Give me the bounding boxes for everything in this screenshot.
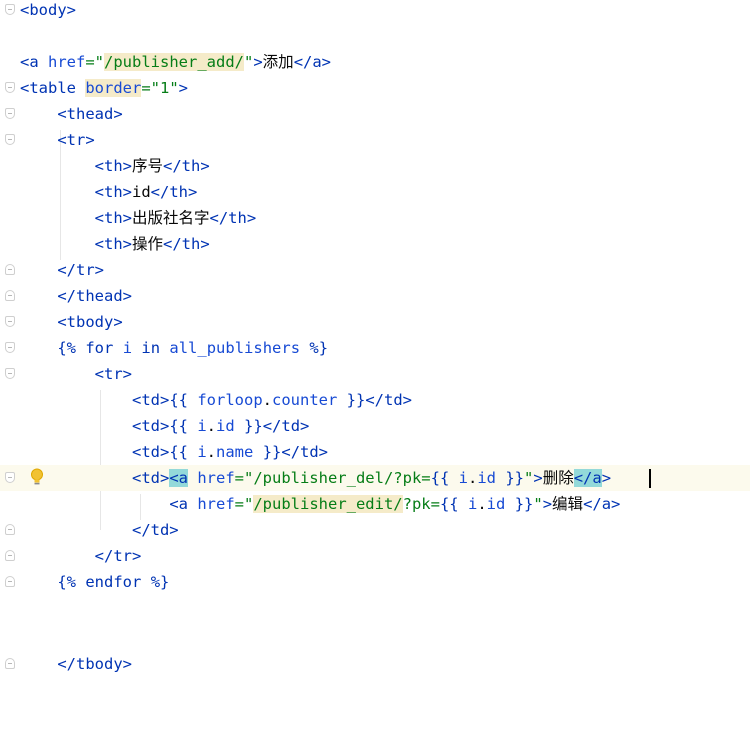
- code-line: </tbody>: [0, 651, 750, 677]
- fold-marker-icon[interactable]: [5, 134, 15, 145]
- code-text: </tr>: [57, 261, 104, 279]
- code-line: <tr>: [0, 361, 750, 387]
- code-line: <tr>: [0, 127, 750, 153]
- code-text: <body>: [20, 1, 76, 19]
- code-line: {% for i in all_publishers %}: [0, 335, 750, 361]
- code-line: </tr>: [0, 257, 750, 283]
- code-line: <a href="/publisher_edit/?pk={{ i.id }}"…: [0, 491, 750, 517]
- code-text: <a href="/publisher_add/">添加</a>: [20, 53, 332, 71]
- code-text: </td>: [131, 521, 179, 539]
- code-text: </tbody>: [57, 655, 132, 673]
- code-text: <th>序号</th>: [94, 157, 210, 175]
- code-line: <td>{{ i.id }}</td>: [0, 413, 750, 439]
- code-line: <body>: [0, 0, 750, 23]
- code-text: <td>{{ i.id }}</td>: [131, 417, 310, 435]
- fold-marker-icon[interactable]: [5, 108, 15, 119]
- fold-marker-icon[interactable]: [5, 576, 15, 587]
- code-text: </tr>: [94, 547, 142, 565]
- code-text: <tbody>: [57, 313, 123, 331]
- code-text: <td>{{ i.name }}</td>: [131, 443, 329, 461]
- code-text: </thead>: [57, 287, 132, 305]
- fold-marker-icon[interactable]: [5, 658, 15, 669]
- code-text: {% endfor %}: [57, 573, 170, 591]
- fold-marker-icon[interactable]: [5, 472, 15, 483]
- code-text: {% for i in all_publishers %}: [57, 339, 329, 357]
- code-line: <tbody>: [0, 309, 750, 335]
- fold-marker-icon[interactable]: [5, 368, 15, 379]
- code-line: <td>{{ forloop.counter }}</td>: [0, 387, 750, 413]
- fold-marker-icon[interactable]: [5, 4, 15, 15]
- code-line: <th>出版社名字</th>: [0, 205, 750, 231]
- code-text: <a href="/publisher_edit/?pk={{ i.id }}"…: [169, 495, 621, 513]
- fold-marker-icon[interactable]: [5, 264, 15, 275]
- code-line: </thead>: [0, 283, 750, 309]
- code-line: <th>操作</th>: [0, 231, 750, 257]
- code-text: <th>操作</th>: [94, 235, 210, 253]
- code-line: <th>序号</th>: [0, 153, 750, 179]
- code-line: <th>id</th>: [0, 179, 750, 205]
- code-text: <th>出版社名字</th>: [94, 209, 257, 227]
- code-line: <table border="1">: [0, 75, 750, 101]
- code-line: {% endfor %}: [0, 569, 750, 595]
- code-text: <tr>: [57, 131, 95, 149]
- fold-marker-icon[interactable]: [5, 524, 15, 535]
- code-line: <a href="/publisher_add/">添加</a>: [0, 49, 750, 75]
- fold-marker-icon[interactable]: [5, 550, 15, 561]
- current-code-line: <td><a href="/publisher_del/?pk={{ i.id …: [0, 465, 750, 491]
- text-caret: [649, 469, 651, 488]
- code-text: <tr>: [94, 365, 132, 383]
- code-line: <td>{{ i.name }}</td>: [0, 439, 750, 465]
- fold-marker-icon[interactable]: [5, 316, 15, 327]
- code-text: <thead>: [57, 105, 123, 123]
- code-line: </tr>: [0, 543, 750, 569]
- fold-marker-icon[interactable]: [5, 342, 15, 353]
- fold-marker-icon[interactable]: [5, 290, 15, 301]
- fold-marker-icon[interactable]: [5, 82, 15, 93]
- code-text: <th>id</th>: [94, 183, 198, 201]
- code-text: <table border="1">: [20, 79, 188, 97]
- code-line: </td>: [0, 517, 750, 543]
- code-line: <thead>: [0, 101, 750, 127]
- code-text: <td><a href="/publisher_del/?pk={{ i.id …: [131, 469, 612, 487]
- code-text: <td>{{ forloop.counter }}</td>: [131, 391, 413, 409]
